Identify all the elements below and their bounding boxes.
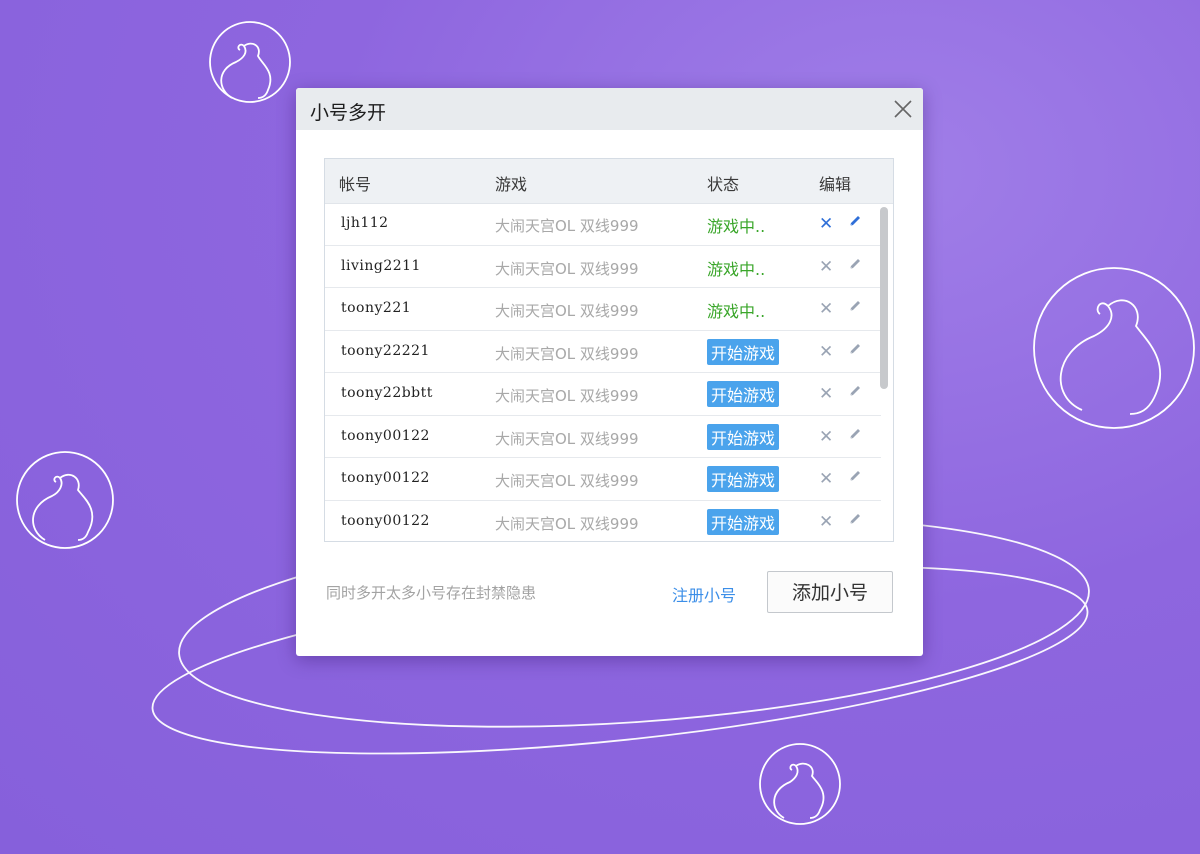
add-account-button[interactable]: 添加小号 xyxy=(767,571,893,613)
account-name: toony22bbtt xyxy=(341,385,433,401)
start-game-button[interactable]: 开始游戏 xyxy=(707,508,780,535)
delete-icon[interactable]: ✕ xyxy=(819,469,833,489)
game-name: 大闹天宫OL 双线999 xyxy=(495,344,639,363)
dialog-title: 小号多开 xyxy=(310,102,387,124)
game-name: 大闹天宫OL 双线999 xyxy=(495,514,639,533)
table-row: toony00122 大闹天宫OL 双线999 开始游戏 ✕ xyxy=(325,458,881,501)
table-row: toony221 大闹天宫OL 双线999 游戏中.. ✕ xyxy=(325,288,881,331)
table-header: 帐号 游戏 状态 编辑 xyxy=(325,159,893,204)
account-name: toony221 xyxy=(341,300,412,316)
edit-pencil-icon[interactable] xyxy=(847,468,863,484)
game-name: 大闹天宫OL 双线999 xyxy=(495,387,639,405)
gourd-logo-icon xyxy=(759,743,841,825)
status-playing: 游戏中.. xyxy=(707,217,766,236)
table-row: living2211 大闹天宫OL 双线999 游戏中.. ✕ xyxy=(325,246,881,288)
start-game-button[interactable]: 开始游戏 xyxy=(707,423,780,450)
game-name: 大闹天宫OL 双线999 xyxy=(495,472,639,490)
delete-icon[interactable]: ✕ xyxy=(819,299,833,319)
edit-pencil-icon[interactable] xyxy=(847,511,863,527)
delete-icon[interactable]: ✕ xyxy=(819,257,833,277)
start-game-button[interactable]: 开始游戏 xyxy=(707,381,780,407)
account-name: ljh112 xyxy=(341,215,389,231)
dialog-titlebar: 小号多开 xyxy=(296,88,923,130)
delete-icon[interactable]: ✕ xyxy=(819,342,833,362)
edit-pencil-icon[interactable] xyxy=(847,213,863,229)
edit-pencil-icon[interactable] xyxy=(847,298,863,314)
table-row: toony22bbtt 大闹天宫OL 双线999 开始游戏 ✕ xyxy=(325,373,881,416)
account-name: toony00122 xyxy=(341,427,430,444)
edit-pencil-icon[interactable] xyxy=(847,426,863,442)
table-body: ljh112 大闹天宫OL 双线999 游戏中.. ✕ living2211 大闹天宫OL… xyxy=(325,203,881,542)
delete-icon[interactable]: ✕ xyxy=(819,214,833,234)
status-playing: 游戏中.. xyxy=(707,302,766,321)
start-game-button[interactable]: 开始游戏 xyxy=(707,338,780,365)
gourd-logo-icon xyxy=(209,21,291,103)
edit-pencil-icon[interactable] xyxy=(847,341,863,357)
edit-pencil-icon[interactable] xyxy=(847,256,863,272)
table-row: toony22221 大闹天宫OL 双线999 开始游戏 ✕ xyxy=(325,331,881,373)
gourd-logo-icon xyxy=(1033,267,1195,429)
header-game: 游戏 xyxy=(495,175,528,194)
game-name: 大闹天宫OL 双线999 xyxy=(495,302,639,320)
game-name: 大闹天宫OL 双线999 xyxy=(495,429,639,448)
account-name: toony00122 xyxy=(341,512,430,529)
table-scrollbar[interactable] xyxy=(880,207,888,389)
table-row: toony00122 大闹天宫OL 双线999 开始游戏 ✕ xyxy=(325,416,881,458)
game-name: 大闹天宫OL 双线999 xyxy=(495,259,639,278)
account-name: toony00122 xyxy=(341,470,430,486)
account-name: living2211 xyxy=(341,257,421,274)
delete-icon[interactable]: ✕ xyxy=(819,512,833,532)
delete-icon[interactable]: ✕ xyxy=(819,384,833,404)
multi-account-dialog: 小号多开 帐号 游戏 状态 编辑 ljh112 大闹天宫OL 双线999 游戏中..… xyxy=(296,88,923,656)
ban-warning-text: 同时多开太多小号存在封禁隐患 xyxy=(326,584,537,602)
game-name: 大闹天宫OL 双线999 xyxy=(495,217,639,235)
header-account: 帐号 xyxy=(339,175,372,194)
account-name: toony22221 xyxy=(341,342,430,359)
close-icon[interactable] xyxy=(891,97,915,121)
delete-icon[interactable]: ✕ xyxy=(819,427,833,447)
status-playing: 游戏中.. xyxy=(707,259,766,279)
header-status: 状态 xyxy=(707,175,740,194)
gourd-logo-icon xyxy=(16,451,114,549)
table-row: toony00122 大闹天宫OL 双线999 开始游戏 ✕ xyxy=(325,501,881,542)
account-table: 帐号 游戏 状态 编辑 ljh112 大闹天宫OL 双线999 游戏中.. ✕ livi… xyxy=(324,158,894,542)
header-edit: 编辑 xyxy=(819,175,852,194)
register-account-link[interactable]: 注册小号 xyxy=(672,582,736,606)
start-game-button[interactable]: 开始游戏 xyxy=(707,466,780,492)
edit-pencil-icon[interactable] xyxy=(847,383,863,399)
table-row: ljh112 大闹天宫OL 双线999 游戏中.. ✕ xyxy=(325,203,881,246)
